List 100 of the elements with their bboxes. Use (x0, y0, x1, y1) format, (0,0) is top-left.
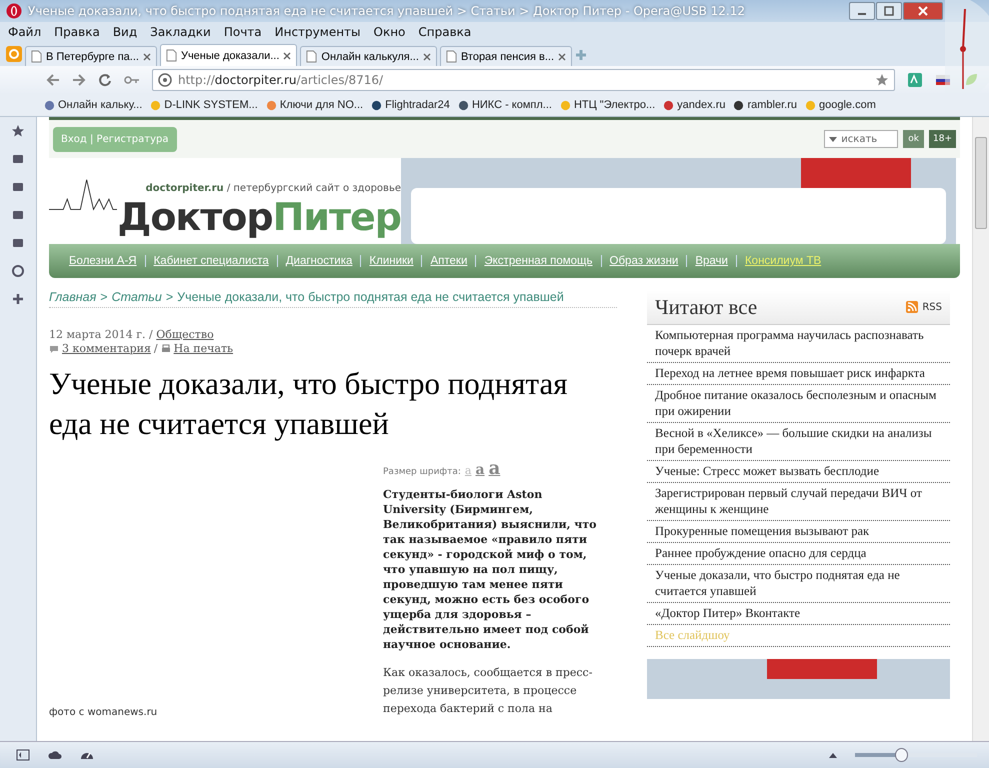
bookmark-link[interactable]: НТЦ "Электро... (560, 99, 656, 111)
close-icon[interactable] (142, 52, 151, 60)
opera-logo-icon (6, 3, 22, 19)
site-tagline: / петербургский сайт о здоровье (226, 183, 401, 194)
article-link[interactable]: Зарегистрирован первый случай передачи ВИЧ от женщины к женщине (647, 483, 950, 521)
flag-icon[interactable] (935, 72, 951, 88)
favicon-icon (371, 100, 382, 110)
bookmark-star-icon[interactable] (875, 73, 889, 87)
close-icon[interactable] (558, 52, 566, 60)
font-size-option[interactable]: a (488, 458, 500, 479)
favicon-icon (44, 100, 55, 110)
article-link[interactable]: Дробное питание оказалось бесполезным и опасным при ожирении (647, 385, 950, 423)
bookmark-link[interactable]: Flightradar24 (371, 99, 450, 111)
menu-item[interactable]: Окно (374, 25, 406, 39)
bookmark-link[interactable]: НИКС - компл... (458, 99, 552, 111)
menu-item[interactable]: Инструменты (274, 25, 361, 39)
article-lead: Студенты-биологи Aston University (Бирмингем, Великобритания) выяснили, что так называемое «правило пяти секунд» - городской миф о том, что упавшую на пол пищу, проведшую там менее пяти секунд, можно есть без особого ущерба для здоровья – действительно имеет под собой научное основание. (383, 487, 598, 652)
bookmark-link[interactable]: rambler.ru (733, 99, 798, 111)
page-icon (306, 50, 318, 63)
leaf-icon[interactable] (963, 72, 979, 88)
menu-item[interactable]: Справка (418, 25, 472, 39)
print-link[interactable]: На печать (174, 342, 234, 356)
article-date: 12 марта 2014 г. / (49, 328, 153, 341)
plus-icon[interactable] (12, 293, 24, 305)
browser-tab[interactable]: Ученые доказали... (160, 44, 298, 66)
photo-caption: фото с womanews.ru (49, 707, 158, 718)
article-title: Ученые доказали, что быстро поднятая еда не считается упавшей (49, 365, 568, 443)
close-icon[interactable] (422, 52, 431, 60)
font-size-option[interactable]: a (475, 462, 485, 478)
breadcrumb-link[interactable]: Статьи (112, 290, 162, 304)
bookmark-link[interactable]: google.com (805, 99, 876, 111)
separator-slash: / (154, 342, 158, 356)
banner-ad[interactable] (401, 158, 956, 244)
key-icon[interactable] (124, 75, 140, 85)
vertical-scrollbar[interactable] (972, 117, 989, 741)
browser-tab[interactable]: В Петербурге па... (25, 46, 157, 66)
menu-item[interactable]: Файл (8, 25, 42, 39)
page-icon (31, 50, 42, 63)
panel-toggle-icon[interactable] (16, 749, 30, 761)
window-title: Ученые доказали, что быстро поднятая еда не считается упавшей > Статьи > Доктор Питер - Opera@USB 12.12 (28, 4, 746, 18)
maximize-icon (884, 6, 894, 16)
banner-ad[interactable] (647, 659, 950, 699)
menu-item[interactable]: Вид (112, 25, 138, 39)
address-field[interactable]: http://doctorpiter.ru/articles/8716/ (152, 69, 895, 91)
font-size-label: Размер шрифта: (383, 467, 461, 477)
article-link[interactable]: «Доктор Питер» Вконтакте (647, 603, 950, 625)
favicon-icon (266, 100, 277, 110)
favicon-icon (560, 100, 571, 110)
back-icon[interactable] (46, 74, 60, 86)
comment-icon (49, 344, 59, 354)
favicon-icon (805, 100, 816, 110)
star-icon[interactable] (12, 125, 24, 137)
bookmark-link[interactable]: Онлайн кальку... (44, 99, 142, 111)
forward-icon[interactable] (72, 74, 86, 86)
close-icon[interactable] (283, 52, 292, 60)
close-button[interactable] (903, 2, 943, 20)
browser-tab[interactable]: Вторая пенсия в... (440, 46, 572, 66)
search-field[interactable]: искать (824, 130, 898, 148)
page-icon (166, 49, 177, 62)
article-link[interactable]: Компьютерная программа научилась распознавать почерк врачей (647, 325, 950, 363)
article-link[interactable]: Ученые: Стресс может вызвать бесплодие (647, 461, 950, 483)
site-logo[interactable]: ДокторПитер (117, 194, 401, 240)
browser-tab[interactable]: Онлайн калькуля... (300, 46, 437, 66)
translate-icon[interactable] (907, 72, 923, 88)
minimize-button[interactable] (849, 2, 875, 20)
ok-button[interactable]: ok (903, 130, 924, 148)
article-link[interactable]: Весной в «Хеликсе» — большие скидки на анализы при беременности (647, 423, 950, 461)
maximize-button[interactable] (876, 2, 902, 20)
bookmark-link[interactable]: Ключи для NO... (266, 99, 364, 111)
site-domain[interactable]: doctorpiter.ru (146, 183, 224, 194)
category-link[interactable]: Общество (156, 328, 214, 341)
reload-icon[interactable] (98, 73, 112, 87)
favicon-icon (458, 100, 469, 110)
breadcrumb-separator: > (166, 290, 174, 304)
article-link[interactable]: Переход на летнее время повышает риск инфаркта (647, 363, 950, 385)
close-icon (918, 6, 928, 16)
caret-up-icon[interactable] (829, 752, 837, 758)
globe-icon (158, 73, 172, 87)
menu-item[interactable]: Почта (224, 25, 262, 39)
breadcrumb-current: Ученые доказали, что быстро поднятая еда не считается упавшей (177, 290, 564, 304)
menu-item[interactable]: Закладки (150, 25, 211, 39)
breadcrumb-separator: > (100, 290, 108, 304)
minimize-icon (858, 13, 866, 15)
bookmark-link[interactable]: yandex.ru (663, 99, 726, 111)
breadcrumb-link[interactable]: Главная (49, 290, 96, 304)
rss-link[interactable]: RSS (922, 302, 942, 312)
cloud-icon[interactable] (48, 750, 62, 760)
article-link[interactable]: Прокуренные помещения вызывают рак (647, 521, 950, 543)
favicon-icon (150, 100, 162, 110)
age-badge: 18+ (929, 130, 956, 148)
menu-item[interactable]: Правка (54, 25, 100, 39)
page-icon (446, 50, 457, 63)
sidebar-heading: Читают все (655, 294, 758, 320)
bookmark-link[interactable]: D-LINK SYSTEM... (150, 99, 258, 111)
dropdown-caret-icon[interactable] (829, 137, 838, 142)
article-link[interactable]: Ученые доказали, что быстро поднятая еда не считается упавшей (647, 565, 950, 603)
comments-link[interactable]: 3 комментария (62, 342, 151, 356)
article-paragraph: Как оказалось, сообщается в пресс-релизе университета, в процессе перехода бактерий с пола на (383, 665, 594, 717)
printer-icon (160, 344, 171, 354)
article-link[interactable]: Раннее пробуждение опасно для сердца (647, 543, 950, 565)
